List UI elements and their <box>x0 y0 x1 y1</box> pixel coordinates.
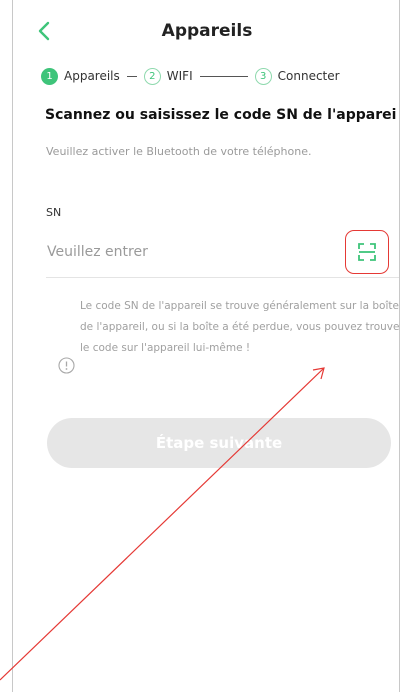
step-2-number: 2 <box>143 67 161 85</box>
step-1-label: Appareils <box>64 69 120 83</box>
step-3-label: Connecter <box>277 69 340 83</box>
bluetooth-hint: Veuillez activer le Bluetooth de votre t… <box>46 145 312 158</box>
input-underline <box>46 277 399 278</box>
step-2-label: WIFI <box>166 69 193 83</box>
step-separator <box>199 75 248 77</box>
step-1-number: 1 <box>41 67 58 85</box>
step-3-number: 3 <box>254 67 272 85</box>
scan-button[interactable] <box>345 230 389 274</box>
sn-location-hint: Le code SN de l'appareil se trouve génér… <box>80 300 400 354</box>
sn-input[interactable] <box>47 236 337 268</box>
section-heading: Scannez ou saisissez le code SN de l'app… <box>45 107 397 123</box>
step-indicator: 1 Appareils 2 WIFI 3 Connecter <box>41 66 340 86</box>
info-icon <box>58 357 75 374</box>
step-separator <box>126 75 137 77</box>
phone-screen: Appareils 1 Appareils 2 WIFI 3 Connecter… <box>12 0 400 692</box>
page-title: Appareils <box>161 21 253 41</box>
header: Appareils <box>13 0 399 64</box>
scan-icon <box>358 243 376 261</box>
next-step-button[interactable]: Étape suivante <box>47 418 391 468</box>
sn-label: SN <box>46 206 62 219</box>
